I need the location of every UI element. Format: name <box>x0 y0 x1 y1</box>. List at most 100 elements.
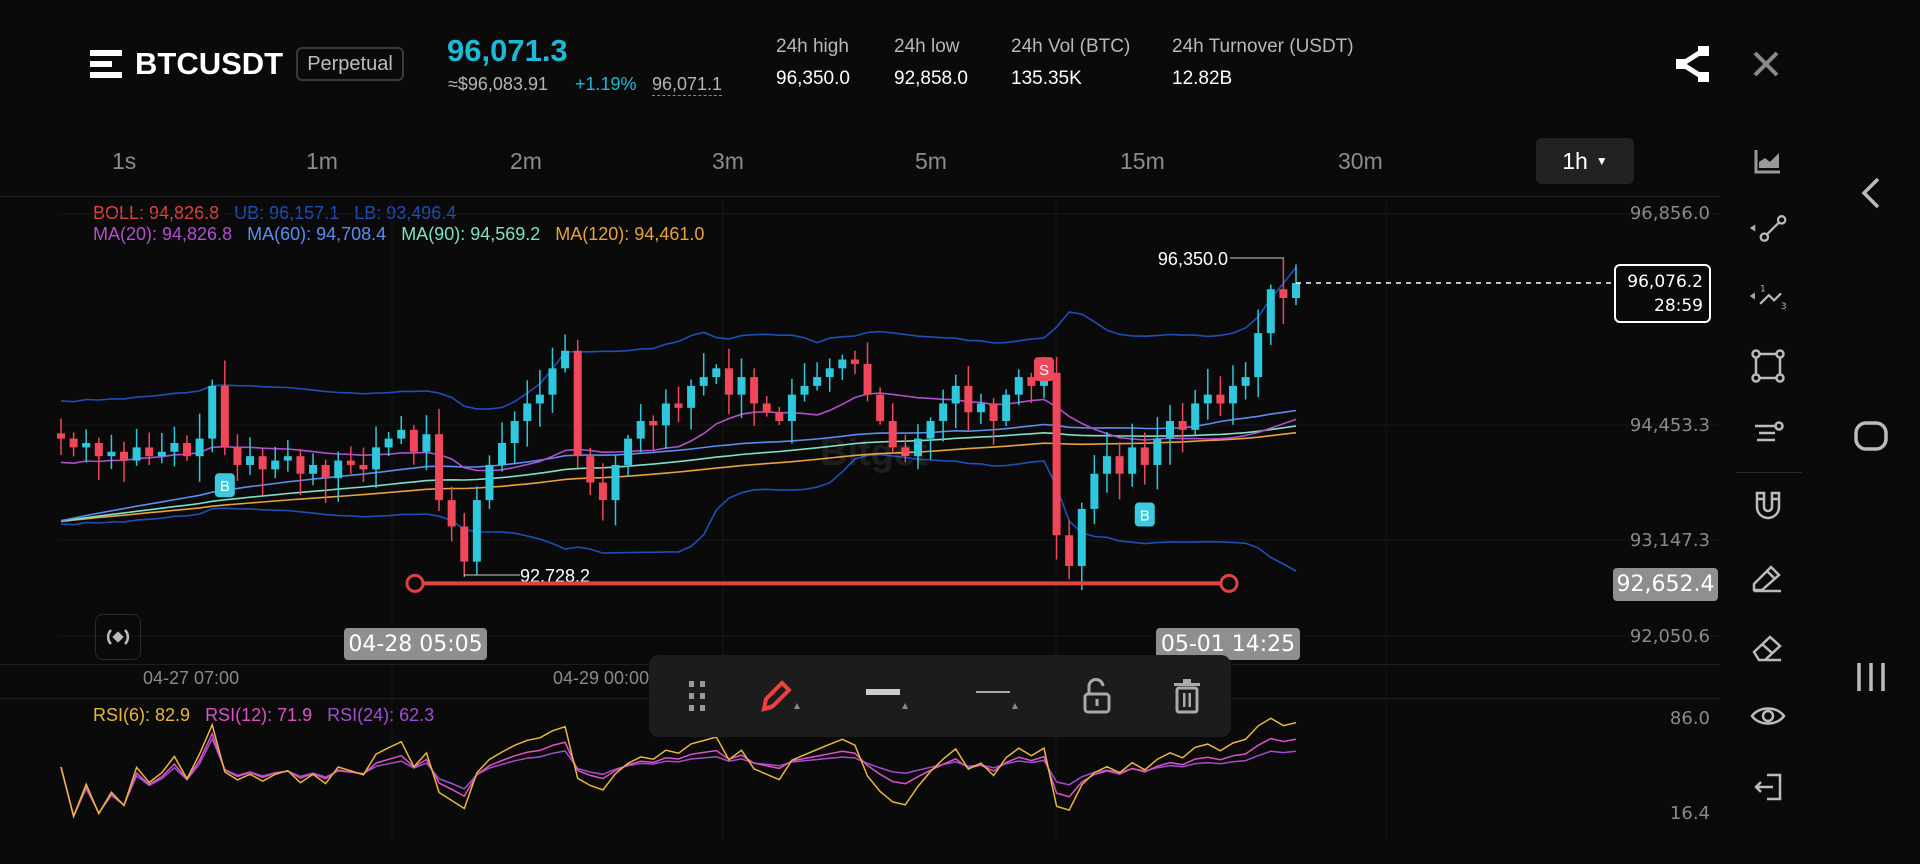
candle-body <box>750 377 759 404</box>
magnet-tool[interactable] <box>1748 486 1788 526</box>
candle-body <box>170 442 179 452</box>
candle-body <box>183 442 192 457</box>
fib-tool[interactable] <box>1748 413 1788 453</box>
candle-body <box>1153 438 1162 465</box>
candle-body <box>321 464 330 479</box>
candle-body <box>57 433 65 439</box>
price-axis-label: 93,147.3 <box>1629 530 1710 551</box>
candle-body <box>82 442 91 448</box>
candle-body <box>309 464 318 474</box>
candle-body <box>460 526 469 562</box>
candle-body <box>787 394 796 422</box>
unlock-button[interactable] <box>1067 666 1127 726</box>
candle-body <box>687 385 696 408</box>
drag-handle[interactable] <box>667 666 727 726</box>
candle-body <box>409 429 418 452</box>
recents-button[interactable] <box>1846 652 1896 702</box>
candle-body <box>939 403 948 422</box>
candle-body <box>1052 372 1061 536</box>
candle-body <box>1002 394 1011 422</box>
candle-body <box>1228 385 1237 404</box>
candle-body <box>1266 289 1275 334</box>
candle-body <box>233 447 242 465</box>
candle-body <box>573 350 582 457</box>
candle-body <box>258 456 267 470</box>
eraser-tool[interactable] <box>1748 628 1788 668</box>
candle-body <box>132 447 141 461</box>
candle-body <box>699 377 708 386</box>
candle-body <box>850 359 859 364</box>
fib-lines-icon <box>1755 421 1784 442</box>
candle-body <box>586 456 595 483</box>
candle-body <box>863 363 872 395</box>
line-width-icon <box>866 689 908 709</box>
candle-body <box>1014 377 1023 395</box>
drag-handle-icon <box>689 681 705 711</box>
color-pencil-button[interactable] <box>750 666 810 726</box>
candle-body <box>951 385 960 404</box>
price-axis-label: 94,453.3 <box>1629 415 1710 436</box>
delete-button[interactable] <box>1157 666 1217 726</box>
watermark-logo: Bitget <box>820 432 928 474</box>
signal-label: B <box>220 478 230 495</box>
exit-icon <box>1754 773 1782 801</box>
candle-countdown: 28:59 <box>1654 296 1703 316</box>
rsi12-value: RSI(12): 71.9 <box>205 705 313 725</box>
recents-icon <box>1857 663 1885 691</box>
time-axis-label: 04-27 07:00 <box>143 668 240 688</box>
candle-body <box>535 394 544 404</box>
candle-body <box>598 482 607 501</box>
price-axis-label: 92,050.6 <box>1629 626 1710 647</box>
pencil-icon <box>761 680 800 712</box>
candle-body <box>762 403 771 413</box>
candle-body <box>964 385 973 413</box>
current-price: 96,076.2 <box>1627 272 1703 292</box>
high-marker-label: 96,350.0 <box>1158 249 1228 269</box>
line-handle-start <box>405 573 425 593</box>
trash-icon <box>1174 679 1200 714</box>
candle-body <box>69 438 78 448</box>
candle-body <box>346 460 355 465</box>
line-style-button[interactable] <box>968 666 1028 726</box>
svg-text:3: 3 <box>1781 302 1787 312</box>
candle-body <box>661 403 670 426</box>
candle-body <box>485 464 494 501</box>
magnet-icon <box>1755 491 1781 520</box>
candle-body <box>447 500 456 527</box>
candle-body <box>1065 535 1074 567</box>
home-button[interactable] <box>1846 411 1896 461</box>
reset-view-button[interactable] <box>95 614 141 660</box>
price-axis-label: 96,856.0 <box>1629 203 1710 224</box>
line-width-button[interactable] <box>858 666 918 726</box>
candle-body <box>472 500 481 562</box>
candle-body <box>1077 508 1086 567</box>
candle-body <box>107 451 116 457</box>
candle-body <box>1140 447 1149 465</box>
candle-body <box>1102 456 1111 474</box>
wave-pattern-tool[interactable]: 13 <box>1748 276 1788 316</box>
candle-body <box>876 394 885 422</box>
rsi-axis-label: 86.0 <box>1669 708 1710 729</box>
svg-text:1: 1 <box>1760 285 1766 295</box>
candle-body <box>800 385 809 395</box>
crosshair-price-label: 92,652.4 <box>1613 568 1718 601</box>
trend-line-tool[interactable] <box>1748 208 1788 248</box>
candle-body <box>1241 377 1250 386</box>
candle-body <box>712 368 721 378</box>
candle-body <box>208 385 217 439</box>
candle-body <box>195 438 204 457</box>
line-handle-end <box>1219 573 1239 593</box>
brush-tool[interactable] <box>1748 558 1788 598</box>
tool-divider <box>1736 472 1802 473</box>
rectangle-tool[interactable] <box>1748 346 1788 386</box>
candle-body <box>838 359 847 369</box>
candle-body <box>976 403 985 413</box>
candle-body <box>334 460 343 479</box>
home-icon <box>1854 421 1888 451</box>
candle-body <box>624 438 633 465</box>
visibility-tool[interactable] <box>1748 696 1788 736</box>
back-button[interactable] <box>1846 168 1896 218</box>
back-icon <box>1861 177 1880 209</box>
exit-drawing-tool[interactable] <box>1748 767 1788 807</box>
candle-body <box>523 403 532 422</box>
